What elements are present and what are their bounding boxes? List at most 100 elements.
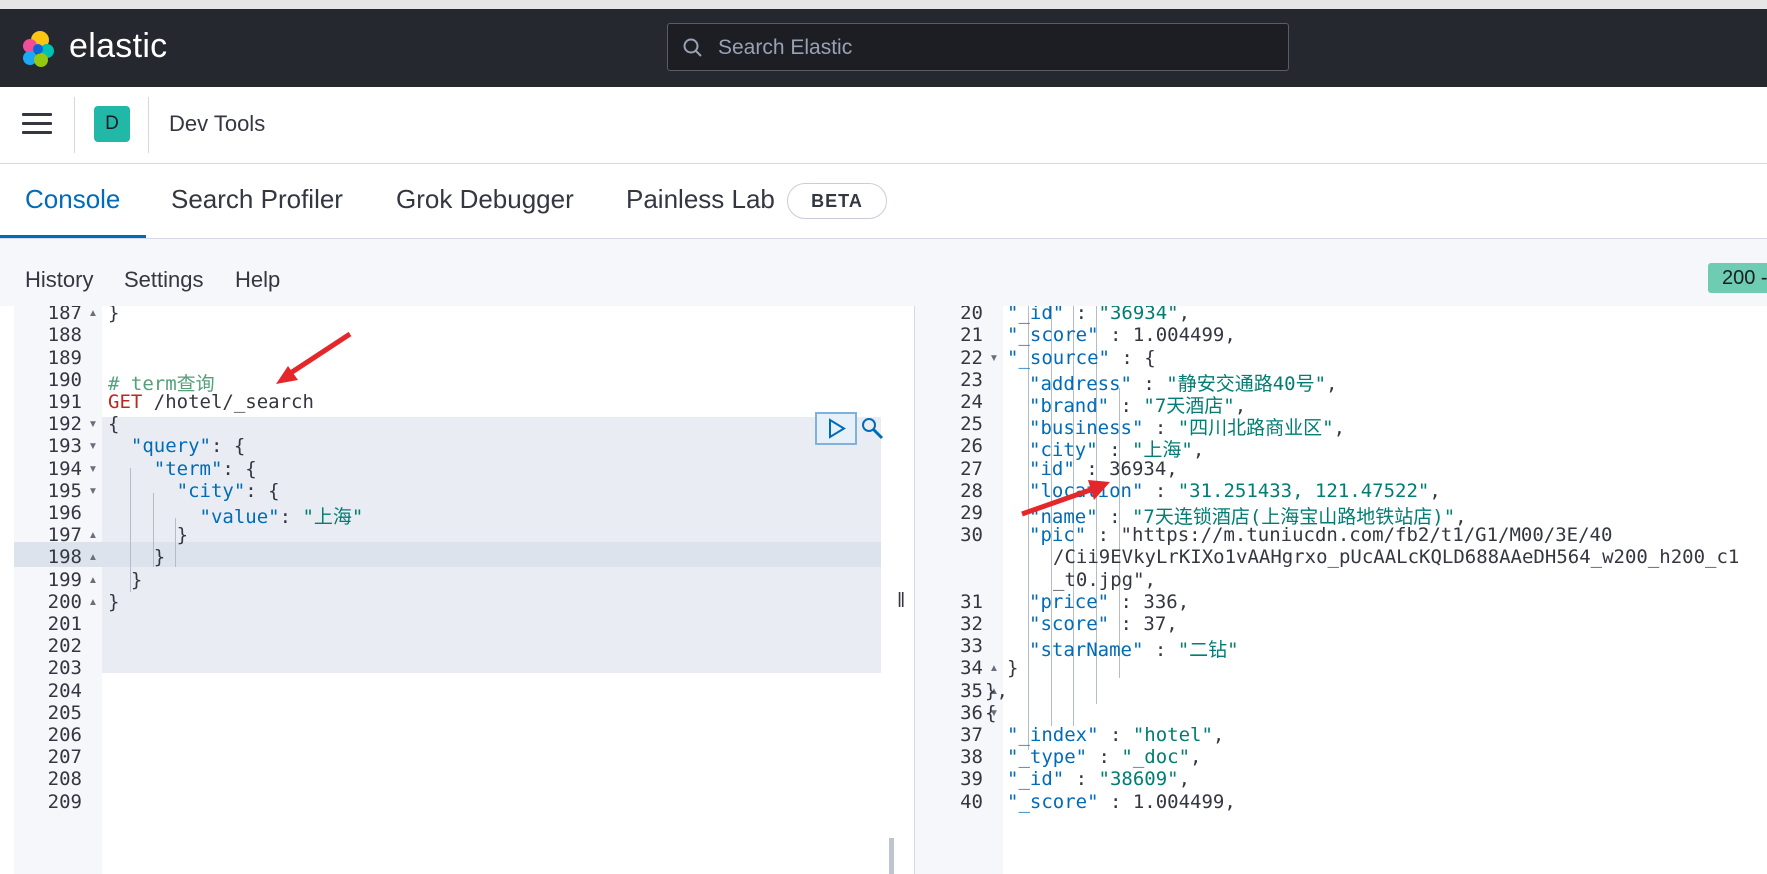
output-code-line: "pic" : "https://m.tuniucdn.com/fb2/t1/G… — [1029, 524, 1613, 547]
global-header: elastic — [0, 9, 1767, 87]
tab-grok-debugger[interactable]: Grok Debugger — [396, 184, 574, 215]
output-line-number: 34 — [960, 657, 983, 680]
search-input[interactable] — [716, 24, 1280, 72]
editor-line-number: 201 — [47, 613, 82, 635]
space-avatar[interactable]: D — [94, 106, 130, 142]
annotation-arrow — [1021, 480, 1110, 517]
editor-line-number: 189 — [47, 346, 82, 369]
output-code-line: { — [985, 701, 997, 724]
elastic-logo-icon[interactable] — [18, 29, 58, 69]
divider — [74, 97, 75, 153]
editor-code-line: } — [108, 590, 120, 613]
editor-code-line: } — [108, 546, 166, 569]
history-link[interactable]: History — [25, 267, 93, 293]
wrench-icon[interactable] — [860, 416, 886, 442]
status-badge: 200 - — [1708, 263, 1767, 293]
output-code-line: "_id" : "38609", — [1007, 768, 1191, 791]
brand-name: elastic — [69, 27, 168, 65]
fold-collapse-icon[interactable]: ▲ — [989, 663, 999, 674]
editor-line-number: 206 — [47, 724, 82, 746]
request-editor[interactable]: 188 }187▲}188189190# term查询191GET /hotel… — [14, 306, 894, 874]
menu-toggle-button[interactable] — [22, 113, 52, 137]
output-code-line: "score" : 37, — [1029, 613, 1178, 635]
fold-expanded-icon[interactable]: ▼ — [88, 441, 98, 452]
editor-code-line: "city": { — [176, 479, 280, 502]
output-line-number: 31 — [960, 590, 983, 613]
output-code-line: "_index" : "hotel", — [1007, 724, 1225, 746]
output-code-line: "_type" : "_doc", — [1007, 746, 1202, 769]
output-code-line: "price" : 336, — [1029, 590, 1190, 613]
console-toolbar: History Settings Help 200 - — [0, 239, 1767, 306]
output-line-number: 30 — [960, 524, 983, 547]
output-line-number: 26 — [960, 435, 983, 458]
output-code-line: "starName" : "二钻" — [1029, 639, 1239, 662]
editor-line-number: 199 — [47, 568, 82, 591]
editor-code-line: "query": { — [130, 435, 246, 458]
output-line-number: 39 — [960, 768, 983, 791]
output-code-line: "_source" : { — [1007, 346, 1156, 369]
tab-console[interactable]: Console — [25, 184, 120, 215]
indent-guide — [175, 518, 176, 567]
fold-expanded-icon[interactable]: ▼ — [989, 353, 999, 364]
fold-expanded-icon[interactable]: ▼ — [88, 464, 98, 475]
editor-line-number: 197 — [47, 524, 82, 547]
divider — [148, 97, 149, 153]
editor-line-number: 209 — [47, 790, 82, 813]
editor-line-number: 203 — [47, 657, 82, 680]
fold-collapse-icon[interactable]: ▲ — [88, 308, 98, 319]
panel-resize-handle[interactable]: ‖ — [897, 590, 905, 613]
tab-search-profiler[interactable]: Search Profiler — [171, 184, 343, 215]
help-link[interactable]: Help — [235, 267, 280, 293]
output-code-line: "_score" : 1.004499, — [1007, 790, 1236, 813]
output-line-number: 29 — [960, 502, 983, 524]
annotation-arrow — [276, 331, 352, 384]
editor-line-number: 191 — [47, 391, 82, 413]
output-line-number: 40 — [960, 790, 983, 813]
output-line-number: 21 — [960, 324, 983, 347]
output-line-number: 35 — [960, 679, 983, 702]
editor-line-number: 207 — [47, 746, 82, 769]
fold-collapse-icon[interactable]: ▲ — [88, 552, 98, 563]
fold-expanded-icon[interactable]: ▼ — [88, 419, 98, 430]
global-search[interactable] — [667, 23, 1289, 72]
output-line-number: 23 — [960, 368, 983, 391]
editor-line-number: 192 — [47, 413, 82, 436]
output-line-number: 20 — [960, 306, 983, 325]
fold-collapse-icon[interactable]: ▲ — [88, 575, 98, 586]
output-code-line: }, — [985, 679, 1008, 702]
editor-line-number: 194 — [47, 457, 82, 480]
editor-scrollbar[interactable] — [889, 838, 894, 874]
breadcrumb-bar: D Dev Tools — [0, 87, 1767, 164]
editor-line-number: 198 — [47, 546, 82, 569]
hamburger-icon — [22, 113, 52, 116]
output-code-line: "_score" : 1.004499, — [1007, 324, 1236, 347]
search-icon — [683, 38, 702, 57]
fold-collapse-icon[interactable]: ▲ — [88, 530, 98, 541]
output-line-number: 27 — [960, 457, 983, 480]
send-request-button[interactable] — [815, 412, 857, 445]
fold-collapse-icon[interactable]: ▲ — [88, 597, 98, 608]
output-line-number: 36 — [960, 701, 983, 724]
editor-code-line: { — [108, 413, 120, 436]
editor-line-number: 202 — [47, 635, 82, 658]
settings-link[interactable]: Settings — [124, 267, 204, 293]
browser-top-strip — [0, 0, 1767, 9]
output-line-number: 25 — [960, 413, 983, 436]
editor-line-number: 204 — [47, 679, 82, 702]
editor-line-number: 187 — [47, 306, 82, 325]
editor-line-number: 205 — [47, 701, 82, 724]
response-output[interactable]: 19"_type" : "_doc",20"_id" : "36934",21"… — [914, 306, 1767, 874]
breadcrumb-dev-tools[interactable]: Dev Tools — [169, 111, 265, 137]
indent-guide — [153, 493, 154, 567]
fold-expanded-icon[interactable]: ▼ — [88, 486, 98, 497]
output-line-number: 28 — [960, 479, 983, 502]
editor-code-line: } — [108, 524, 189, 547]
output-code-line: /Cii9EVkyLrKIXo1vAAHgrxo_pUcAALcKQLD688A… — [1053, 546, 1740, 569]
active-tab-indicator — [0, 235, 146, 238]
editor-line-number: 190 — [47, 368, 82, 391]
output-line-number: 22 — [960, 346, 983, 369]
output-code-line: _t0.jpg", — [1053, 568, 1156, 591]
editor-line-number: 193 — [47, 435, 82, 458]
tab-painless-lab[interactable]: Painless Lab — [626, 184, 775, 215]
editor-line-number: 195 — [47, 479, 82, 502]
